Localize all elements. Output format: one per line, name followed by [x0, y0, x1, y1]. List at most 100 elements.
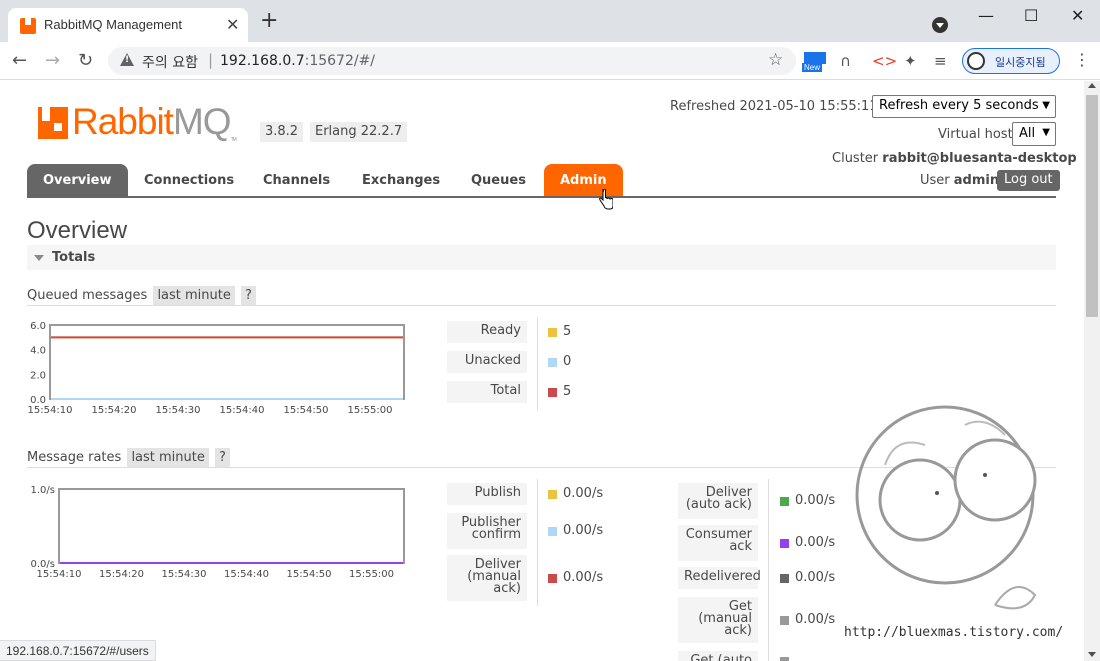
queued-messages-heading: Queued messages last minute ?	[27, 286, 256, 305]
url-separator: |	[208, 51, 214, 69]
logo-text: RabbitMQTM	[72, 101, 237, 143]
extension-code-icon[interactable]: <>	[872, 52, 897, 70]
legend-swatch	[548, 358, 557, 367]
stat-label: Unacked	[447, 351, 527, 373]
rates-help-button[interactable]: ?	[215, 448, 230, 467]
legend-swatch	[548, 388, 557, 397]
tab-overview[interactable]: Overview	[27, 164, 128, 197]
legend-swatch	[780, 574, 789, 583]
stat-value: 0.00/s	[795, 612, 836, 627]
browser-tab[interactable]: RabbitMQ Management ✕	[8, 8, 248, 42]
close-tab-icon[interactable]: ✕	[226, 15, 239, 34]
stat-value: 0.00/s	[563, 570, 604, 585]
divider	[768, 479, 769, 661]
logo-tm: TM	[230, 137, 237, 143]
queued-range-button[interactable]: last minute	[153, 286, 235, 305]
scroll-down-icon[interactable]	[1088, 652, 1096, 657]
extension-new-icon[interactable]: New	[802, 52, 828, 74]
tab-title: RabbitMQ Management	[44, 17, 183, 32]
tab-queues[interactable]: Queues	[455, 164, 542, 197]
extensions-puzzle-icon[interactable]: ✦	[904, 52, 917, 70]
browser-menu-icon[interactable]: ⋮	[1074, 50, 1090, 69]
legend-swatch	[780, 539, 789, 548]
reload-icon[interactable]: ↻	[78, 50, 93, 71]
stat-value: 0.00/s	[795, 535, 836, 550]
minimize-icon[interactable]: —	[978, 6, 994, 25]
refreshed-label: Refreshed 2021-05-10 15:55:11	[670, 99, 878, 114]
message-rates-heading: Message rates last minute ?	[27, 448, 230, 467]
y-tick-label: 1.0/s	[31, 485, 55, 496]
address-bar[interactable]: 주의 요함 | 192.168.0.7:15672/#/ ☆	[108, 47, 796, 75]
stat-label: Publish	[447, 483, 527, 505]
url-host: 192.168.0.7	[220, 53, 305, 69]
stat-label: Ready	[447, 321, 527, 343]
queued-help-button[interactable]: ?	[241, 286, 256, 305]
url-text[interactable]: 192.168.0.7:15672/#/	[220, 53, 375, 69]
extension-arc-icon[interactable]: ∩	[840, 52, 851, 70]
version-badge: 3.8.2	[260, 122, 304, 142]
x-tick-label: 15:54:40	[220, 405, 265, 416]
legend-swatch	[548, 574, 557, 583]
x-tick-label: 15:54:10	[37, 569, 82, 580]
x-tick-label: 15:54:50	[284, 405, 329, 416]
virtual-host-value: All	[1019, 126, 1036, 141]
message-rates-title: Message rates	[27, 450, 122, 465]
rabbitmq-mark-icon	[38, 107, 68, 139]
status-bar-url: 192.168.0.7:15672/#/users	[0, 640, 156, 661]
stat-label: Total	[447, 381, 527, 403]
legend-swatch	[548, 328, 557, 337]
tab-exchanges[interactable]: Exchanges	[346, 164, 456, 197]
warning-icon[interactable]	[120, 53, 134, 66]
stat-value: 5	[563, 324, 572, 339]
x-tick-label: 15:54:30	[162, 569, 207, 580]
divider	[537, 479, 538, 606]
scroll-thumb[interactable]	[1086, 95, 1098, 317]
security-label[interactable]: 주의 요함	[142, 52, 198, 72]
bookmark-star-icon[interactable]: ☆	[768, 50, 783, 70]
totals-label: Totals	[52, 250, 96, 265]
profile-paused-label: 일시중지됨	[995, 56, 1046, 69]
virtual-host-select[interactable]: All ▼	[1012, 122, 1056, 146]
legend-swatch	[548, 490, 557, 499]
page-content: RabbitMQTM 3.8.2 Erlang 22.2.7 Refreshed…	[0, 81, 1084, 661]
chevron-down-icon: ▼	[1042, 100, 1050, 111]
chevron-down-icon: ▼	[1042, 127, 1050, 138]
watermark-logo-icon	[855, 405, 1037, 610]
watermark-url: http://bluexmas.tistory.com/	[844, 625, 1064, 640]
stat-label: Deliver (auto ack)	[678, 483, 758, 519]
tab-channels[interactable]: Channels	[247, 164, 346, 197]
scroll-up-icon[interactable]	[1088, 83, 1096, 88]
x-tick-label: 15:55:00	[348, 405, 393, 416]
profile-paused-button[interactable]: 일시중지됨	[962, 48, 1060, 74]
cluster-info: Cluster rabbit@bluesanta-desktop	[832, 151, 1077, 166]
reading-list-icon[interactable]: ≡	[934, 52, 947, 70]
stat-label: Get (manual ack)	[678, 597, 758, 643]
tab-search-icon[interactable]	[932, 17, 948, 33]
close-window-icon[interactable]: ✕	[1071, 6, 1084, 25]
message-rates-chart: 1.0/s0.0/s15:54:10 15:54:20 15:54:30 15:54:…	[31, 485, 405, 580]
page-scrollbar[interactable]	[1084, 81, 1100, 661]
cluster-name: rabbit@bluesanta-desktop	[882, 151, 1077, 166]
refresh-interval-select[interactable]: Refresh every 5 seconds ▼	[872, 95, 1056, 118]
virtual-host-label: Virtual host	[938, 127, 1013, 142]
browser-tab-bar: RabbitMQ Management ✕ + — ☐ ✕	[0, 0, 1100, 42]
divider	[537, 318, 538, 410]
chart-plot-area	[58, 488, 405, 564]
logo-rabbit: Rabbit	[72, 101, 174, 142]
forward-icon[interactable]: →	[45, 50, 60, 71]
new-tab-button[interactable]: +	[260, 10, 278, 32]
rates-range-button[interactable]: last minute	[127, 448, 209, 467]
back-icon[interactable]: ←	[12, 50, 27, 71]
tab-connections[interactable]: Connections	[128, 164, 250, 197]
totals-section-header[interactable]: Totals	[27, 245, 1056, 270]
y-tick-label: 4.0	[30, 346, 46, 357]
legend-swatch	[780, 616, 789, 625]
logout-button[interactable]: Log out	[997, 170, 1060, 191]
stat-value: 0	[563, 354, 572, 369]
maximize-icon[interactable]: ☐	[1024, 6, 1038, 25]
rabbitmq-favicon-icon	[20, 18, 36, 34]
user-name: admin	[953, 173, 1000, 188]
refresh-interval-value: Refresh every 5 seconds	[879, 98, 1039, 113]
stat-label: Redelivered	[678, 567, 761, 589]
x-tick-label: 15:54:20	[92, 405, 137, 416]
